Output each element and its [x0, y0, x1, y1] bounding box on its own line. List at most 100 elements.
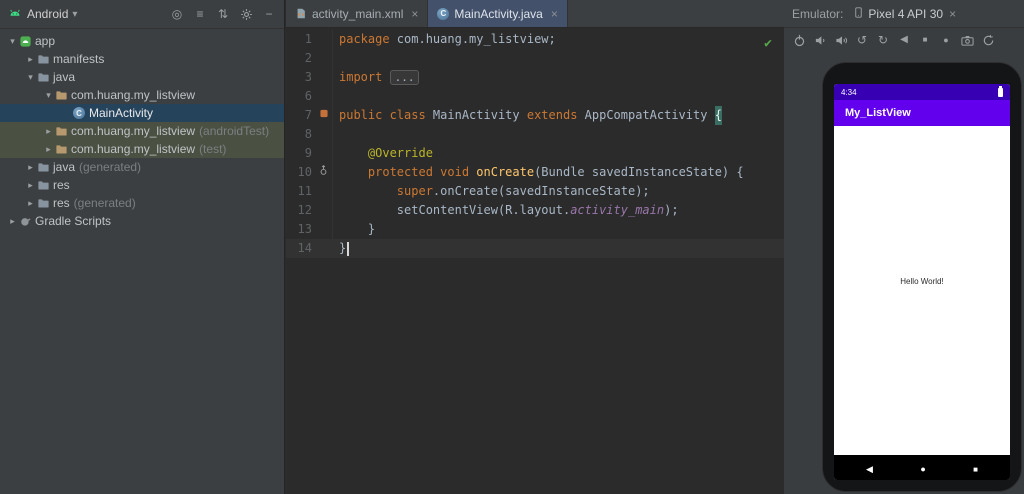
- package-icon: [55, 143, 71, 156]
- package-icon: [55, 89, 71, 102]
- tree-item-suffix: (androidTest): [199, 124, 270, 138]
- code-line-3[interactable]: 3 import ...: [286, 68, 784, 87]
- chevron-down-icon[interactable]: ▾: [24, 72, 37, 83]
- code-text: public class MainActivity extends AppCom…: [332, 106, 784, 125]
- gradle-icon: [19, 215, 35, 228]
- tree-item-com-huang-my-listview-test[interactable]: ▸ com.huang.my_listview (test): [0, 140, 284, 158]
- code-line-6[interactable]: 6: [286, 87, 784, 106]
- emulator-tab-label: Pixel 4 API 30: [868, 6, 944, 21]
- tree-item-res-generated[interactable]: ▸ res (generated): [0, 194, 284, 212]
- tree-item-label: res: [53, 178, 70, 192]
- class-marker-icon[interactable]: [319, 106, 329, 125]
- tree-item-manifests[interactable]: ▸ manifests: [0, 50, 284, 68]
- emulator-panel: Emulator: Pixel 4 API 30 × ↺ ↻ ◀ ■ ● 4:34 My…: [784, 0, 1024, 494]
- chevron-right-icon[interactable]: ▸: [6, 216, 19, 227]
- emulator-tab-pixel-4-api-30[interactable]: Pixel 4 API 30 ×: [849, 0, 960, 27]
- overview-icon[interactable]: ■: [918, 36, 932, 44]
- tree-item-label: java: [53, 70, 76, 84]
- code-line-2[interactable]: 2: [286, 49, 784, 68]
- emulator-panel-title: Emulator:: [792, 6, 844, 21]
- device-status-bar: 4:34: [834, 84, 1010, 100]
- home-nav-icon[interactable]: ●: [920, 461, 925, 475]
- tree-item-app[interactable]: ▾ app: [0, 32, 284, 50]
- snapshot-icon[interactable]: [981, 34, 995, 47]
- chevron-down-icon[interactable]: ▾: [42, 90, 55, 101]
- tree-item-com-huang-my-listview-androidtest[interactable]: ▸ com.huang.my_listview (androidTest): [0, 122, 284, 140]
- chevron-right-icon[interactable]: ▸: [24, 180, 37, 191]
- line-number: 3: [304, 70, 312, 84]
- chevron-right-icon[interactable]: ▸: [42, 126, 55, 137]
- close-icon[interactable]: ×: [411, 7, 418, 21]
- code-line-12[interactable]: 12 setContentView(R.layout. activity_main…: [286, 201, 784, 220]
- line-number: 8: [304, 127, 312, 141]
- code-line-7[interactable]: 7 public class MainActivity extends AppCo…: [286, 106, 784, 125]
- tab-mainactivity-java[interactable]: C MainActivity.java ×: [428, 0, 568, 27]
- rotate-right-icon[interactable]: ↻: [876, 34, 890, 46]
- tree-item-label: res: [53, 196, 70, 210]
- code-text: package com.huang.my_listview;: [332, 30, 784, 49]
- tree-item-java[interactable]: ▾ java: [0, 68, 284, 86]
- close-icon[interactable]: ×: [949, 7, 956, 21]
- project-view-selector[interactable]: Android ▾: [27, 7, 77, 21]
- code-line-11[interactable]: 11 super .onCreate(savedInstanceState);: [286, 182, 784, 201]
- camera-icon[interactable]: [960, 34, 974, 47]
- recents-nav-icon[interactable]: ■: [973, 461, 978, 475]
- collapse-all-icon[interactable]: ≡: [193, 8, 207, 20]
- code-line-9[interactable]: 9 @Override: [286, 144, 784, 163]
- device-content[interactable]: Hello World!: [834, 126, 1010, 455]
- override-marker-icon[interactable]: [318, 163, 329, 182]
- code-text: @Override: [332, 144, 784, 163]
- project-view-title: Android: [27, 7, 69, 21]
- tab-activity-main-xml[interactable]: activity_main.xml ×: [286, 0, 429, 27]
- tree-item-mainactivity[interactable]: C MainActivity: [0, 104, 284, 122]
- hide-icon[interactable]: −: [262, 8, 276, 20]
- code-line-8[interactable]: 8: [286, 125, 784, 144]
- chevron-right-icon[interactable]: ▸: [24, 162, 37, 173]
- code-text: [332, 87, 784, 106]
- code-line-14[interactable]: 14}: [286, 239, 784, 258]
- gear-icon[interactable]: [239, 8, 253, 21]
- code-line-1[interactable]: 1 package com.huang.my_listview;: [286, 30, 784, 49]
- emulator-device-frame: 4:34 My_ListView Hello World! ◀ ● ■: [822, 62, 1022, 492]
- chevron-right-icon[interactable]: ▸: [24, 198, 37, 209]
- volume-up-icon[interactable]: [834, 34, 848, 47]
- tree-item-java-generated[interactable]: ▸ java (generated): [0, 158, 284, 176]
- locate-icon[interactable]: ◎: [170, 8, 184, 20]
- code-text: }: [332, 239, 784, 258]
- android-app-icon: [19, 35, 35, 48]
- tree-item-label: com.huang.my_listview: [71, 124, 196, 138]
- chevron-down-icon[interactable]: ▾: [6, 36, 19, 47]
- class-icon: C: [73, 107, 89, 119]
- volume-down-icon[interactable]: [813, 34, 827, 47]
- chevron-right-icon[interactable]: ▸: [24, 54, 37, 65]
- back-icon[interactable]: ◀: [897, 35, 911, 45]
- tree-item-label: MainActivity: [89, 106, 154, 120]
- sort-icon[interactable]: ⇅: [216, 8, 230, 20]
- tree-item-label: manifests: [53, 52, 105, 66]
- back-nav-icon[interactable]: ◀: [866, 461, 873, 475]
- tree-item-res[interactable]: ▸ res: [0, 176, 284, 194]
- emulator-screen[interactable]: 4:34 My_ListView Hello World! ◀ ● ■: [834, 84, 1010, 480]
- code-line-10[interactable]: 10 protected void onCreate (Bundle savedI…: [286, 163, 784, 182]
- code-line-13[interactable]: 13 }: [286, 220, 784, 239]
- code-editor[interactable]: 1 package com.huang.my_listview; 2 3 import …: [286, 28, 784, 494]
- project-tree: ▾ app ▸ manifests ▾ java ▾ com.huang.my_listvie…: [0, 29, 284, 230]
- tree-item-label: com.huang.my_listview: [71, 88, 196, 102]
- close-icon[interactable]: ×: [551, 7, 558, 21]
- tree-item-com-huang-my-listview[interactable]: ▾ com.huang.my_listview: [0, 86, 284, 104]
- chevron-right-icon[interactable]: ▸: [42, 144, 55, 155]
- gutter: [315, 163, 332, 182]
- code-text: super .onCreate(savedInstanceState);: [332, 182, 784, 201]
- android-studio-window: Android ▾ ◎ ≡ ⇅ − ▾ app ▸ manifests ▾ java ▾ com.h…: [0, 0, 1024, 494]
- inspections-status-icon[interactable]: ✔: [764, 34, 772, 53]
- power-icon[interactable]: [792, 34, 806, 47]
- rotate-left-icon[interactable]: ↺: [855, 34, 869, 46]
- line-number: 10: [297, 165, 312, 179]
- code-text: import ...: [332, 68, 784, 87]
- editor-tab-bar: activity_main.xml × C MainActivity.java …: [286, 0, 784, 28]
- line-number: 11: [297, 184, 312, 198]
- tree-item-gradle-scripts[interactable]: ▸ Gradle Scripts: [0, 212, 284, 230]
- line-number: 12: [297, 203, 312, 217]
- line-number: 9: [304, 146, 312, 160]
- home-icon[interactable]: ●: [939, 35, 953, 45]
